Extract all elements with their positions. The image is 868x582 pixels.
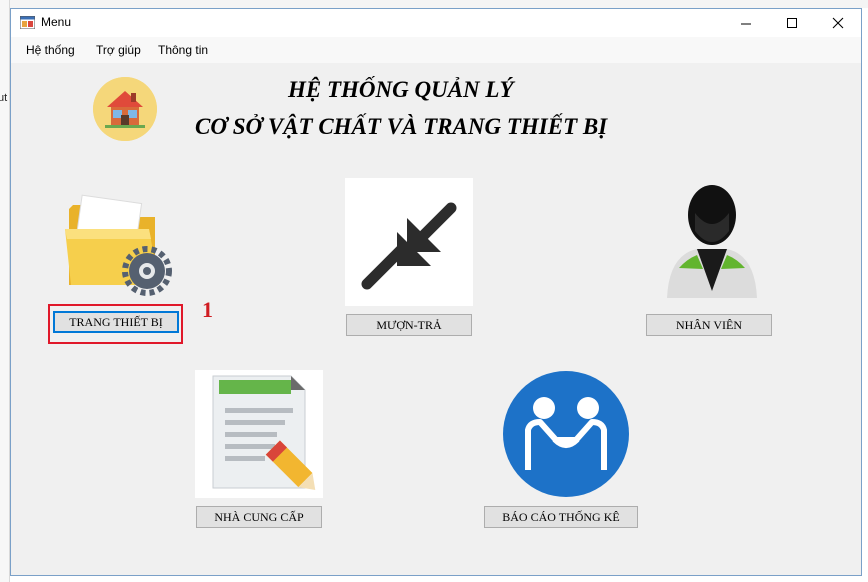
maximize-icon (787, 18, 797, 28)
desktop-background (0, 0, 868, 8)
nha-cung-cap-button[interactable]: NHÀ CUNG CẤP (196, 506, 322, 528)
arrows-in-icon (345, 178, 473, 306)
minimize-button[interactable] (723, 9, 769, 37)
window-title: Menu (41, 15, 72, 29)
main-panel: HỆ THỐNG QUẢN LÝ CƠ SỞ VẬT CHẤT VÀ TRANG… (11, 63, 861, 575)
document-pencil-icon (195, 370, 323, 498)
highlight-box (48, 304, 183, 344)
menu-tro-giup[interactable]: Trợ giúp (96, 43, 141, 57)
bao-cao-thong-ke-button[interactable]: BÁO CÁO THỐNG KÊ (484, 506, 638, 528)
title-bar[interactable]: Menu (11, 9, 861, 37)
minimize-icon (741, 23, 751, 25)
menu-thong-tin[interactable]: Thông tin (158, 43, 208, 57)
close-button[interactable] (815, 9, 861, 37)
heading-line-2: CƠ SỞ VẬT CHẤT VÀ TRANG THIẾT BỊ (195, 114, 608, 139)
annotation-marker: 1 (202, 297, 213, 322)
desktop-background-window: ut (0, 0, 10, 582)
app-window-icon (20, 16, 35, 29)
person-icon (667, 185, 757, 298)
menu-bar: Hệ thống Trợ giúp Thông tin (11, 37, 861, 63)
handshake-icon (503, 371, 629, 497)
menu-he-thong[interactable]: Hệ thống (26, 43, 75, 57)
close-icon (832, 17, 844, 29)
muon-tra-button[interactable]: MƯỢN-TRẢ (346, 314, 472, 336)
house-logo-icon (93, 77, 157, 141)
menu-window: Menu Hệ thống Trợ giúp Thông tin HỆ THỐN… (10, 8, 862, 576)
background-text-fragment: ut (0, 92, 8, 104)
nhan-vien-button[interactable]: NHÂN VIÊN (646, 314, 772, 336)
maximize-button[interactable] (769, 9, 815, 37)
heading-line-1: HỆ THỐNG QUẢN LÝ (288, 77, 514, 102)
folder-gear-icon (65, 194, 172, 296)
